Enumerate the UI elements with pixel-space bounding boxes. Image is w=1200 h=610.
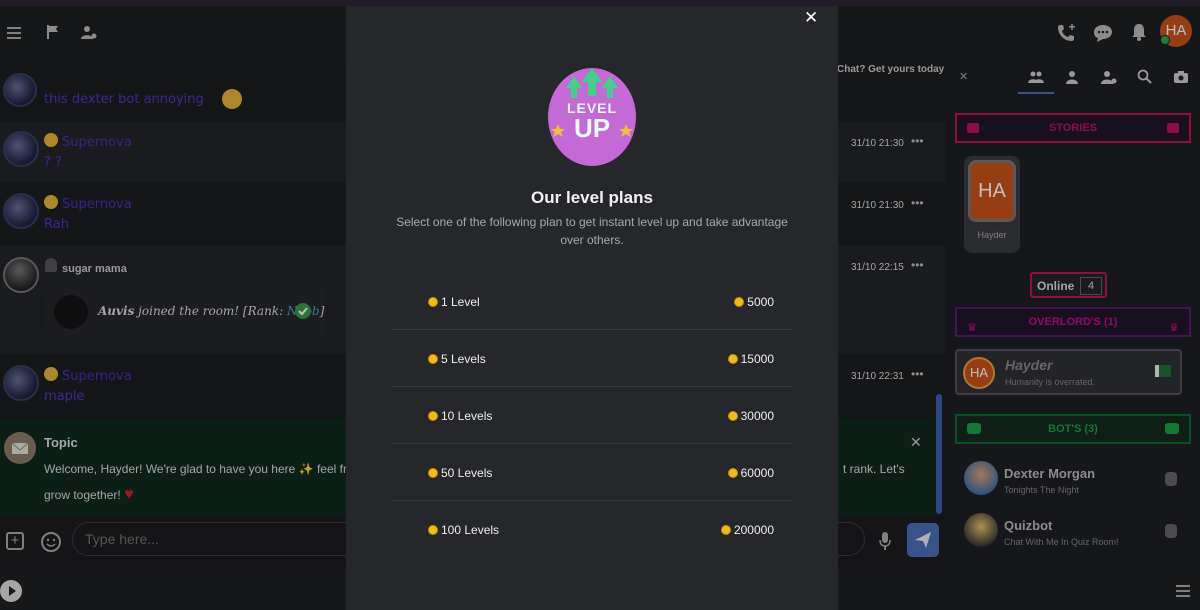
plan-price: 5000 xyxy=(734,295,774,309)
coin-icon xyxy=(428,354,438,364)
coin-icon xyxy=(727,354,738,364)
modal-subtitle-line-2: over others. xyxy=(560,233,624,247)
plan-price: 15000 xyxy=(727,352,774,366)
plan-name: 50 Levels xyxy=(428,466,492,480)
plan-option-10[interactable]: 10 Levels 30000 xyxy=(392,387,792,444)
app-root: HA this dexter bot annoying Supernova ? … xyxy=(0,0,1200,610)
badge-text-up: UP xyxy=(573,113,611,143)
coin-icon xyxy=(727,411,738,421)
plan-name: 5 Levels xyxy=(428,352,486,366)
plan-price: 200000 xyxy=(720,523,774,537)
plan-name: 100 Levels xyxy=(428,523,499,537)
plan-price: 30000 xyxy=(727,409,774,423)
plan-price: 60000 xyxy=(727,466,774,480)
coin-icon xyxy=(428,411,438,421)
coin-icon xyxy=(428,525,438,535)
plan-name-text: 10 Levels xyxy=(441,409,493,423)
modal-subtitle-line-1: Select one of the following plan to get … xyxy=(396,215,788,229)
close-modal-icon[interactable]: ✕ xyxy=(804,8,818,28)
level-up-badge: LEVEL UP xyxy=(548,68,636,166)
plan-option-100[interactable]: 100 Levels 200000 xyxy=(392,501,792,558)
plan-price-text: 5000 xyxy=(747,295,774,309)
modal-title: Our level plans xyxy=(531,188,653,207)
coin-icon xyxy=(720,525,731,535)
plan-price-text: 200000 xyxy=(733,523,774,537)
coin-icon xyxy=(428,468,438,478)
plan-name-text: 100 Levels xyxy=(441,523,500,537)
level-plans-modal: ✕ LEVEL UP Our level plans Select one of… xyxy=(346,6,838,610)
plan-option-1[interactable]: 1 Level 5000 xyxy=(392,273,792,330)
plan-name: 10 Levels xyxy=(428,409,492,423)
plan-price-text: 60000 xyxy=(740,466,774,480)
coin-icon xyxy=(734,297,745,307)
coin-icon xyxy=(727,468,738,478)
plan-price-text: 30000 xyxy=(740,409,774,423)
coin-icon xyxy=(428,297,438,307)
plan-price-text: 15000 xyxy=(740,352,774,366)
plan-name-text: 50 Levels xyxy=(441,466,493,480)
plan-option-50[interactable]: 50 Levels 60000 xyxy=(392,444,792,501)
plan-option-5[interactable]: 5 Levels 15000 xyxy=(392,330,792,387)
plan-name: 1 Level xyxy=(428,295,480,309)
plan-name-text: 5 Levels xyxy=(441,352,486,366)
plan-name-text: 1 Level xyxy=(441,295,480,309)
